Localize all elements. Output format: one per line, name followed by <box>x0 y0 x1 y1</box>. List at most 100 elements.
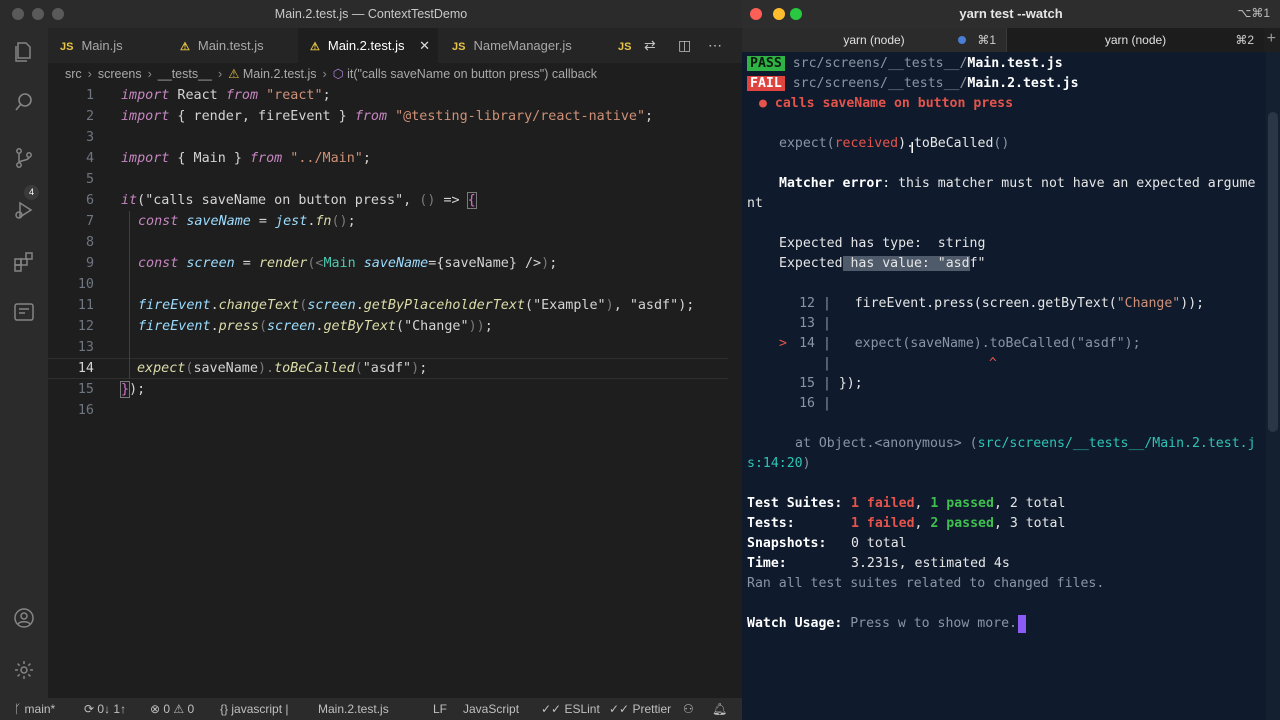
tab-main-test-js[interactable]: ⚠ Main.test.js <box>168 28 298 63</box>
tab-main-js[interactable]: JS Main.js <box>48 28 168 63</box>
breadcrumb-item[interactable]: it("calls saveName on button press") cal… <box>347 67 597 81</box>
token: screen <box>178 256 235 271</box>
close-tab-icon[interactable]: ✕ <box>419 28 430 63</box>
token: received <box>834 136 899 151</box>
code-line: 12 fireEvent.press(screen.getByText("Chan… <box>48 316 728 337</box>
sync-status[interactable]: ⟳ 0↓ 1↑ <box>84 698 126 720</box>
code-line: 11 fireEvent.changeText(screen.getByPlace… <box>48 295 728 316</box>
line-number: 1 <box>85 88 94 103</box>
manage-gear-icon[interactable] <box>12 658 36 682</box>
token: }); <box>838 376 863 391</box>
language-mode-status[interactable]: {} javascript | <box>220 698 289 720</box>
token: saveName <box>355 256 429 271</box>
code-line: 9 const screen = render(<Main saveName={s… <box>48 253 728 274</box>
snippet-gutter: | <box>815 396 831 411</box>
token: ( <box>396 319 405 334</box>
snippet-gutter: | <box>815 316 831 331</box>
token: fireEvent.press(screen.getByText( <box>854 296 1117 311</box>
token: "calls saveName on button press" <box>145 193 404 208</box>
token: saveName <box>444 256 509 271</box>
token: ( <box>525 298 534 313</box>
eslint-status[interactable]: ✓✓ ESLint <box>541 698 600 720</box>
token: { <box>466 192 477 209</box>
tab-namemanager-js[interactable]: JS NameManager.js <box>440 28 610 63</box>
terminal-tab-1[interactable]: yarn (node) ⌘1 <box>742 28 1006 52</box>
token: Main <box>323 256 356 271</box>
code-line: 5 <box>48 169 728 190</box>
token: ; <box>322 88 331 103</box>
code-line-current: 14 expect(saveName).toBeCalled("asdf"); <box>48 358 728 379</box>
feedback-icon[interactable]: ⚇ <box>683 698 694 720</box>
terminal-scrollbar[interactable] <box>1266 52 1280 720</box>
branch-status[interactable]: ᚴ main* <box>14 698 55 720</box>
terminal-cursor <box>1018 615 1026 633</box>
text-cursor-icon: I <box>910 139 915 157</box>
tab-overflow-js[interactable]: JS <box>606 28 636 63</box>
token: at Object.<anonymous> ( <box>795 436 978 451</box>
search-icon[interactable] <box>12 90 36 114</box>
eol-status[interactable]: LF <box>433 698 447 720</box>
language-status[interactable]: JavaScript <box>463 698 519 720</box>
vscode-titlebar: Main.2.test.js — ContextTestDemo <box>0 0 742 28</box>
token: import <box>121 109 170 124</box>
line-number: 6 <box>85 193 94 208</box>
summary-value: 3.231s, estimated 4s <box>851 556 1010 571</box>
token: changeText <box>218 298 300 313</box>
snippet-line-number: 13 <box>799 316 815 331</box>
new-tab-plus-icon[interactable]: + <box>1267 30 1276 48</box>
file-status[interactable]: Main.2.test.js <box>318 698 389 720</box>
summary-label: Tests: <box>747 516 795 531</box>
breadcrumb-item[interactable]: Main.2.test.js <box>243 67 317 81</box>
breadcrumb-item[interactable]: __tests__ <box>158 67 212 81</box>
token: render <box>258 256 308 271</box>
check-double-icon: ✓✓ <box>609 702 633 716</box>
code-editor[interactable]: 1 import React from "react"; 2 import { re… <box>48 85 742 698</box>
token: "../Main" <box>282 151 363 166</box>
problems-status[interactable]: ⊗ 0 ⚠ 0 <box>150 698 194 720</box>
token: ); <box>678 298 695 313</box>
token: fireEvent <box>138 319 211 334</box>
chevron-right-icon: › <box>147 67 152 81</box>
summary-time: Time: 3.231s, estimated 4s <box>747 554 1010 574</box>
scrollbar-thumb[interactable] <box>1268 112 1278 432</box>
tab-main-2-test-js[interactable]: ⚠ Main.2.test.js ✕ <box>298 28 438 63</box>
token: jest <box>275 214 308 229</box>
watch-usage-label: Watch Usage: <box>747 616 843 631</box>
testing-flask-icon[interactable] <box>12 300 36 324</box>
matcher-error-text: : this matcher must not have an expected… <box>882 176 1256 191</box>
chevron-right-icon: › <box>218 67 223 81</box>
notifications-bell-icon[interactable]: 🔔︎ <box>712 698 727 720</box>
snippet-line: 15 | }); <box>779 374 863 394</box>
token: . <box>210 319 219 334</box>
extensions-icon[interactable] <box>12 250 36 274</box>
token: ; <box>645 109 654 124</box>
matcher-error-line: Matcher error: this matcher must not hav… <box>779 174 1255 194</box>
terminal-window: yarn test --watch ⌥⌘1 yarn (node) ⌘1 yar… <box>742 0 1280 720</box>
line-number: 14 <box>77 361 94 376</box>
source-control-icon[interactable] <box>12 146 36 170</box>
stack-trace-wrap: s:14:20) <box>747 454 811 474</box>
code-line: 15}); <box>48 379 728 400</box>
run-debug-icon[interactable] <box>12 198 36 222</box>
terminal-output[interactable]: PASS src/screens/__tests__/Main.test.js … <box>742 52 1280 720</box>
more-actions-icon[interactable]: ⋯ <box>708 37 722 54</box>
line-number: 9 <box>85 256 94 271</box>
terminal-tab-2[interactable]: yarn (node) ⌘2 <box>1006 28 1264 52</box>
token: "Change" <box>404 319 469 334</box>
eslint-label: ESLint <box>564 702 600 716</box>
open-changes-icon[interactable]: ⇄ <box>644 37 656 54</box>
token: expect(saveName).toBeCalled( <box>854 336 1078 351</box>
breadcrumb-item[interactable]: screens <box>98 67 142 81</box>
token: = <box>250 214 276 229</box>
explorer-icon[interactable] <box>12 40 36 64</box>
prettier-status[interactable]: ✓✓ Prettier <box>609 698 671 720</box>
token: ; <box>419 361 428 376</box>
terminal-tab-shortcut: ⌘1 <box>977 33 996 47</box>
token: )) <box>468 319 485 334</box>
js-file-icon: JS <box>618 41 632 53</box>
token: . <box>355 298 364 313</box>
split-editor-icon[interactable]: ◫ <box>678 37 691 54</box>
account-icon[interactable] <box>12 606 36 630</box>
summary-total: 3 total <box>1009 516 1066 531</box>
breadcrumb-item[interactable]: src <box>65 67 82 81</box>
